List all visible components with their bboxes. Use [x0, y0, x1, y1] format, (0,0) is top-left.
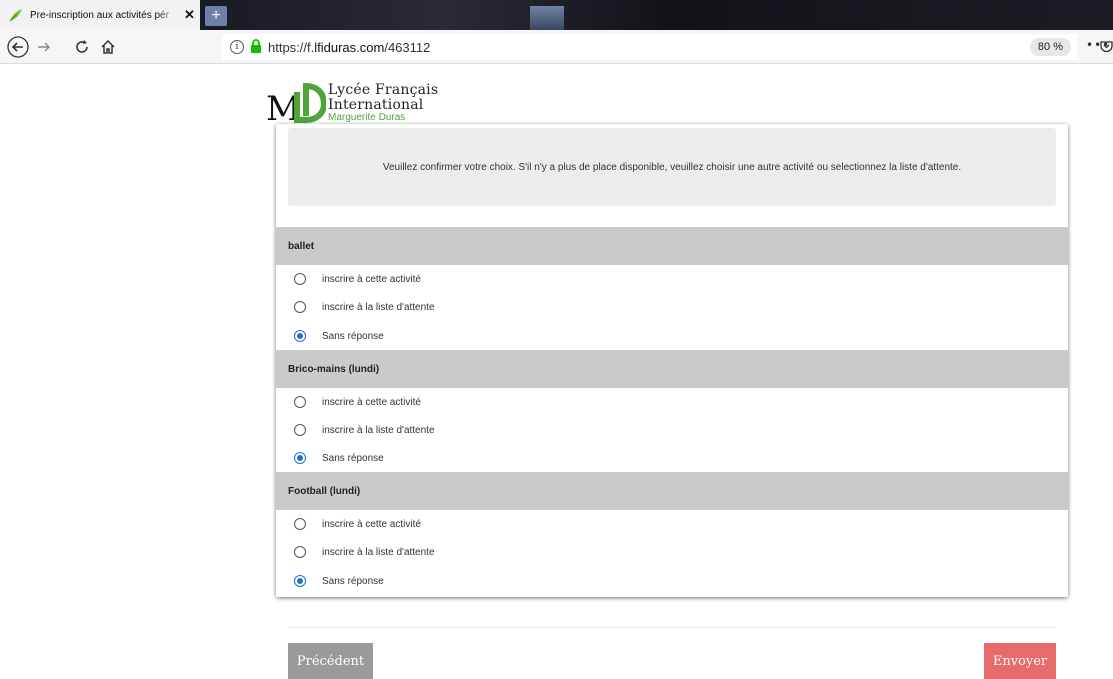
radio-button[interactable]: [294, 396, 306, 408]
radio-button[interactable]: [294, 546, 306, 558]
option-ballet-waitlist[interactable]: inscrire à la liste d'attente: [294, 297, 435, 317]
logo-line-3: Marguerite Duras: [328, 112, 406, 123]
previous-button[interactable]: Précédent: [288, 643, 373, 679]
confirmation-notice: Veuillez confirmer votre choix. S'il n'y…: [288, 128, 1056, 206]
send-button[interactable]: Envoyer: [984, 643, 1056, 679]
url-path: /463112: [384, 39, 431, 55]
option-football-enroll[interactable]: inscrire à cette activité: [294, 514, 421, 534]
back-arrow-icon: [7, 36, 29, 58]
logo-line-2: International: [328, 97, 424, 113]
home-icon: [101, 39, 115, 54]
footer-divider: [288, 627, 1056, 628]
window-thumbnail: [530, 6, 564, 30]
url-domain: lfiduras.com: [314, 39, 385, 55]
url-bar[interactable]: i https://f.lfiduras.com/463112 80 %: [222, 34, 1077, 60]
activity-form-card: Veuillez confirmer votre choix. S'il n'y…: [276, 124, 1068, 597]
option-brico-enroll[interactable]: inscrire à cette activité: [294, 392, 421, 412]
forward-arrow-icon: [38, 42, 50, 52]
radio-button-checked[interactable]: [294, 575, 306, 587]
pocket-icon[interactable]: [1100, 38, 1113, 57]
option-label: Sans réponse: [322, 330, 384, 342]
option-brico-no-answer[interactable]: Sans réponse: [294, 448, 384, 468]
activity-header-ballet: ballet: [276, 227, 1068, 265]
leaf-favicon-icon: [8, 7, 24, 23]
option-ballet-no-answer[interactable]: Sans réponse: [294, 326, 384, 346]
option-label: inscrire à cette activité: [322, 396, 421, 408]
option-brico-waitlist[interactable]: inscrire à la liste d'attente: [294, 420, 435, 440]
close-tab-icon[interactable]: ✕: [184, 7, 195, 23]
school-logo: M Lycée Français International Marguerit…: [266, 80, 466, 124]
tab-title: Pre-inscription aux activités pér: [30, 9, 169, 21]
option-football-no-answer[interactable]: Sans réponse: [294, 571, 384, 591]
option-label: inscrire à la liste d'attente: [322, 546, 435, 558]
option-label: Sans réponse: [322, 452, 384, 464]
option-label: inscrire à la liste d'attente: [322, 301, 435, 313]
radio-button[interactable]: [294, 518, 306, 530]
activity-header-football: Football (lundi): [276, 472, 1068, 510]
radio-button[interactable]: [294, 273, 306, 285]
info-icon[interactable]: i: [230, 40, 244, 54]
option-label: inscrire à la liste d'attente: [322, 424, 435, 436]
home-button[interactable]: [96, 35, 120, 59]
radio-button-checked[interactable]: [294, 330, 306, 342]
logo-line-1: Lycée Français: [328, 82, 439, 98]
option-ballet-enroll[interactable]: inscrire à cette activité: [294, 269, 421, 289]
lock-icon[interactable]: [250, 38, 262, 56]
url-text: https://f.lfiduras.com/463112: [268, 40, 430, 55]
option-label: inscrire à cette activité: [322, 273, 421, 285]
radio-button[interactable]: [294, 424, 306, 436]
option-label: Sans réponse: [322, 575, 384, 587]
reload-icon: [76, 40, 88, 53]
back-button[interactable]: [6, 35, 30, 59]
url-prefix: https://f.: [268, 39, 315, 55]
radio-button-checked[interactable]: [294, 452, 306, 464]
activity-header-brico-mains: Brico-mains (lundi): [276, 350, 1068, 388]
ml-logo-mark-icon: M: [266, 82, 326, 124]
option-football-waitlist[interactable]: inscrire à la liste d'attente: [294, 542, 435, 562]
browser-tab[interactable]: Pre-inscription aux activités pér ✕: [0, 0, 200, 30]
forward-button[interactable]: [32, 35, 56, 59]
tab-bar: Pre-inscription aux activités pér ✕ +: [0, 0, 1113, 30]
zoom-level[interactable]: 80 %: [1029, 38, 1071, 56]
radio-button[interactable]: [294, 301, 306, 313]
reload-button[interactable]: [70, 35, 94, 59]
navigation-bar: i https://f.lfiduras.com/463112 80 % •••: [0, 30, 1113, 64]
option-label: inscrire à cette activité: [322, 518, 421, 530]
new-tab-button[interactable]: +: [205, 6, 227, 26]
